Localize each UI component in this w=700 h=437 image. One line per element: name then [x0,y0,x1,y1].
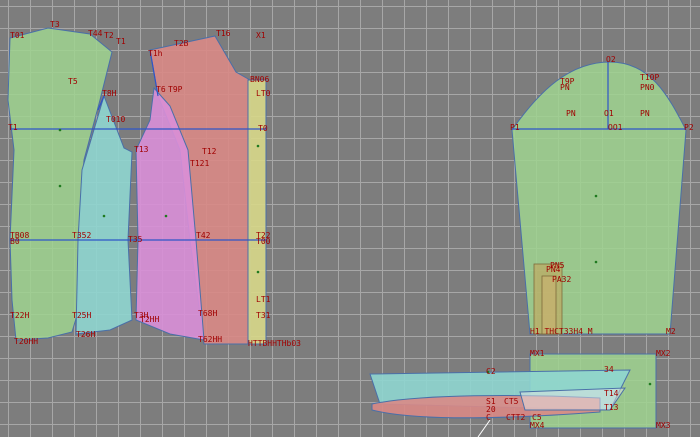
label-lt1: LT1 [256,295,271,304]
label-b0: B0 [10,237,20,246]
label-p1: P1 [510,123,520,132]
label-t0: T0 [258,124,268,133]
label-h1: H1 THCT33H4 M [530,327,593,336]
label-rp32: PA32 [552,275,571,284]
label-t62hh: T62HH [198,335,222,344]
label-rp0: PN0 [640,83,655,92]
label-t12: T12 [202,147,217,156]
label-t68h: T68H [198,309,217,318]
label-o2: O2 [606,55,616,64]
label-t2hh: T2HH [140,315,159,324]
label-x1: X1 [256,31,266,40]
label-t2: T2 [104,31,114,40]
label-t1h: T1h [148,49,163,58]
label-t01: T01 [10,31,25,40]
label-t9p: T9P [168,85,183,94]
label-cd: C [486,413,491,422]
label-t121: T121 [190,159,209,168]
label-m2: M2 [666,327,676,336]
label-c14: T14 [604,389,619,398]
label-c5: C5 [532,413,542,422]
label-t00: T00 [256,237,271,246]
label-mx1: MX1 [530,349,545,358]
label-t26h: T26H [76,330,95,339]
label-t8h: T8H [102,89,117,98]
label-rp4: PN4 [546,265,561,274]
label-mx4: MX4 [530,421,545,430]
label-t25h: T25H [72,311,91,320]
label-t35: T35 [128,235,143,244]
label-c13: T13 [604,403,619,412]
label-t5: T5 [68,77,78,86]
label-t1: T1 [116,37,126,46]
label-t6: T6 [156,85,166,94]
label-o01: OO1 [608,123,623,132]
label-mx2: MX2 [656,349,671,358]
label-c4: 34 [604,365,614,374]
label-t16: T16 [216,29,231,38]
label-mx3: MX3 [656,421,671,430]
label-t13: T13 [134,145,149,154]
label-p2: P2 [684,123,694,132]
label-t010: T010 [106,115,125,124]
label-lt0: LT0 [256,89,271,98]
label-rp-right: PN [640,109,650,118]
label-st2: CTT2 [506,413,525,422]
label-o1: O1 [604,109,614,118]
label-t1-left: T1 [8,123,18,132]
label-t20hh: T20HH [14,337,38,346]
collar-notch-line [477,419,491,437]
label-c2: C2 [486,367,496,376]
label-bn: BN06 [250,75,269,84]
label-t2b: T2B [174,39,189,48]
sleeve-vent-inner[interactable] [541,275,557,335]
label-t44: T44 [88,29,103,38]
label-t32: T352 [72,231,91,240]
facing-strip[interactable] [247,79,267,345]
label-t42: T42 [196,231,211,240]
label-ltb: HTTBHHTHb03 [248,339,301,348]
label-t31: T31 [256,311,271,320]
pattern-canvas[interactable]: T01 T3 T44 T2 T1 T5 T8H T010 T1 TB08 B0 … [0,0,700,437]
label-t10p: T10P [640,73,659,82]
label-ct5: CT5 [504,397,519,406]
pattern-drawing[interactable]: T01 T3 T44 T2 T1 T5 T8H T010 T1 TB08 B0 … [0,0,700,437]
label-rp2: PN [566,109,576,118]
label-t22h: T22H [10,311,29,320]
label-rp: PN [560,83,570,92]
label-t3: T3 [50,20,60,29]
